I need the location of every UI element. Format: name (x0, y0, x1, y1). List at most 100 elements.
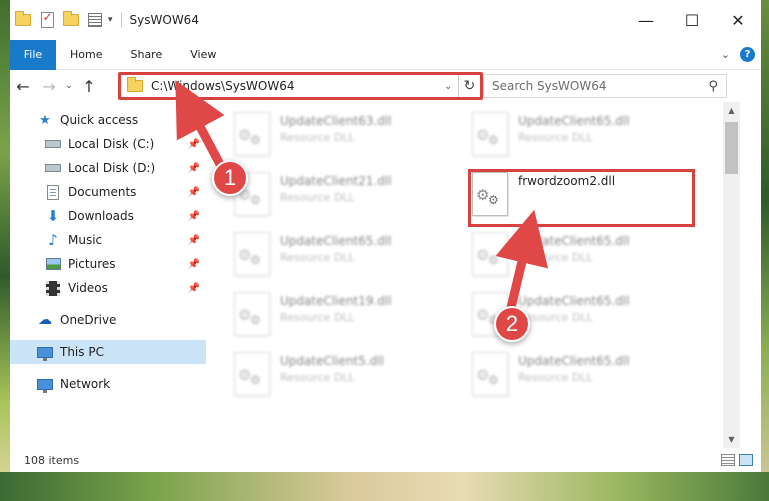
scrollbar-thumb[interactable] (725, 122, 738, 174)
file-type: Resource DLL (280, 251, 355, 264)
file-type: Resource DLL (280, 191, 355, 204)
downloads-icon: ⬇ (46, 207, 60, 225)
dll-file-icon (472, 352, 508, 396)
file-type: Resource DLL (518, 311, 593, 324)
title-bar: ▾ SysWOW64 — ☐ ✕ (10, 0, 761, 40)
sidebar-item-downloads[interactable]: ⬇ Downloads 📌 (10, 204, 206, 228)
pin-icon[interactable]: 📌 (188, 259, 200, 270)
music-icon: ♪ (48, 231, 58, 249)
videos-icon (44, 280, 62, 296)
address-dropdown-icon[interactable]: ⌄ (444, 81, 458, 92)
sidebar-item-label: This PC (60, 345, 104, 359)
details-view-icon[interactable] (721, 454, 735, 466)
minimize-button[interactable]: — (623, 0, 669, 40)
sidebar-item-onedrive[interactable]: ☁ OneDrive (10, 308, 206, 332)
sidebar-item-videos[interactable]: Videos 📌 (10, 276, 206, 300)
file-type: Resource DLL (280, 311, 355, 324)
view-buttons (721, 454, 761, 466)
sidebar-item-pictures[interactable]: Pictures 📌 (10, 252, 206, 276)
expand-ribbon-icon[interactable]: ⌄ (721, 48, 730, 61)
window-controls: — ☐ ✕ (623, 0, 761, 40)
file-item[interactable]: UpdateClient19.dll Resource DLL (234, 292, 454, 342)
tab-file[interactable]: File (10, 39, 56, 70)
drive-icon (44, 136, 62, 152)
sidebar-item-label: Quick access (60, 113, 139, 127)
properties-icon[interactable] (84, 9, 106, 31)
ribbon-right-controls: ⌄ ? (721, 47, 761, 62)
sidebar-item-label: OneDrive (60, 313, 117, 327)
pin-icon[interactable]: 📌 (188, 163, 200, 174)
item-count: 108 items (24, 453, 80, 467)
up-button[interactable]: ↑ (76, 73, 102, 99)
sidebar-item-label: Local Disk (C:) (68, 137, 155, 151)
address-bar[interactable]: C:\Windows\SysWOW64 ⌄ ↻ (118, 72, 483, 100)
pin-icon[interactable]: 📌 (188, 139, 200, 150)
file-name: UpdateClient21.dll (280, 174, 392, 188)
file-item[interactable]: UpdateClient5.dll Resource DLL (234, 352, 454, 402)
sidebar-item-music[interactable]: ♪ Music 📌 (10, 228, 206, 252)
file-type: Resource DLL (518, 131, 593, 144)
pin-icon[interactable]: 📌 (188, 235, 200, 246)
sidebar-item-local-disk-c[interactable]: Local Disk (C:) 📌 (10, 132, 206, 156)
refresh-button[interactable]: ↻ (458, 75, 480, 97)
sidebar-item-label: Music (68, 233, 103, 247)
file-item[interactable]: UpdateClient65.dll Resource DLL (472, 112, 692, 162)
tab-home[interactable]: Home (56, 48, 116, 61)
desktop-background-right (761, 0, 769, 501)
step1-badge: 1 (212, 160, 248, 196)
folder-icon (12, 9, 34, 31)
file-explorer-window: ▾ SysWOW64 — ☐ ✕ File Home Share View ⌄ … (0, 0, 769, 501)
sidebar-item-quick-access[interactable]: ★ Quick access (10, 108, 206, 132)
drive-icon (44, 160, 62, 176)
sidebar-item-documents[interactable]: Documents 📌 (10, 180, 206, 204)
sidebar-item-local-disk-d[interactable]: Local Disk (D:) 📌 (10, 156, 206, 180)
file-item[interactable]: UpdateClient65.dll Resource DLL (472, 232, 692, 282)
quick-access-toolbar-dropdown-icon[interactable]: ▾ (108, 15, 113, 25)
new-folder-icon[interactable] (60, 9, 82, 31)
step2-badge: 2 (494, 306, 530, 342)
sidebar-item-network[interactable]: Network (10, 372, 206, 396)
pin-icon[interactable]: 📌 (188, 211, 200, 222)
ribbon-tabs: File Home Share View ⌄ ? (10, 39, 761, 70)
computer-icon (36, 344, 54, 361)
dll-file-icon (234, 232, 270, 276)
file-type: Resource DLL (280, 131, 355, 144)
search-box[interactable]: ⚲ (483, 74, 727, 98)
back-button[interactable]: ← (10, 73, 36, 99)
search-icon[interactable]: ⚲ (708, 79, 718, 94)
file-name: UpdateClient65.dll (518, 294, 630, 308)
pin-icon[interactable]: 📌 (188, 187, 200, 198)
help-icon[interactable]: ? (740, 47, 755, 62)
target-file-highlight (468, 169, 695, 227)
scroll-down-icon[interactable]: ▼ (723, 431, 740, 448)
file-list-pane: UpdateClient63.dll Resource DLL UpdateCli… (206, 102, 723, 448)
dll-file-icon (234, 352, 270, 396)
pin-icon[interactable]: 📌 (188, 283, 200, 294)
search-input[interactable] (492, 79, 709, 93)
tab-share[interactable]: Share (116, 48, 176, 61)
recent-locations-icon[interactable]: ⌄ (62, 73, 76, 99)
address-folder-icon (127, 77, 143, 92)
address-path[interactable]: C:\Windows\SysWOW64 (151, 79, 444, 93)
desktop-background-bottom (0, 472, 769, 501)
file-name: UpdateClient63.dll (280, 114, 392, 128)
tiles-view-icon[interactable] (739, 454, 753, 466)
window-title: SysWOW64 (129, 13, 199, 27)
properties-check-icon[interactable] (36, 9, 58, 31)
close-button[interactable]: ✕ (715, 0, 761, 40)
sidebar-item-label: Videos (68, 281, 108, 295)
dll-file-icon (472, 112, 508, 156)
file-item[interactable]: UpdateClient63.dll Resource DLL (234, 112, 454, 162)
forward-button[interactable]: → (36, 73, 62, 99)
file-item[interactable]: UpdateClient21.dll Resource DLL (234, 172, 454, 222)
sidebar-item-label: Documents (68, 185, 137, 199)
vertical-scrollbar[interactable]: ▲ ▼ (723, 102, 740, 448)
file-item[interactable]: UpdateClient65.dll Resource DLL (234, 232, 454, 282)
scroll-up-icon[interactable]: ▲ (723, 102, 740, 119)
file-item[interactable]: UpdateClient65.dll Resource DLL (472, 352, 692, 402)
star-icon: ★ (39, 112, 51, 128)
sidebar-item-this-pc[interactable]: This PC (10, 340, 206, 364)
status-bar: 108 items (10, 448, 761, 472)
tab-view[interactable]: View (176, 48, 230, 61)
maximize-button[interactable]: ☐ (669, 0, 715, 40)
